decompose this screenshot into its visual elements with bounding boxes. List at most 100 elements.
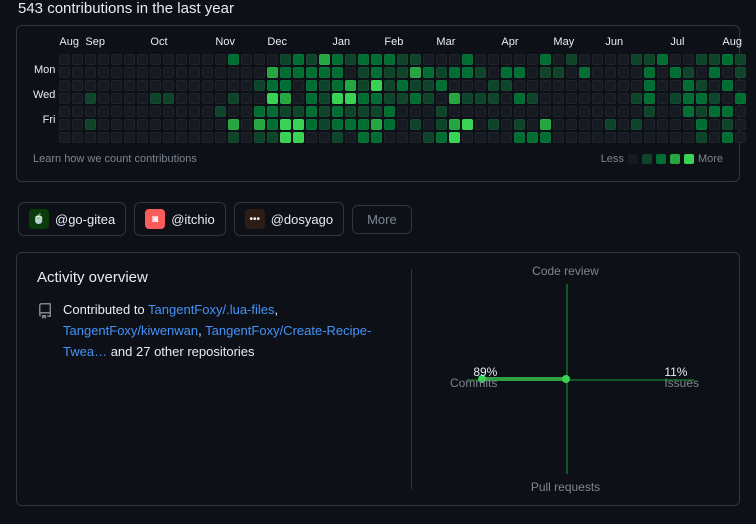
contribution-day[interactable] — [384, 93, 395, 104]
contribution-day[interactable] — [293, 106, 304, 117]
contribution-day[interactable] — [449, 132, 460, 143]
contribution-day[interactable] — [670, 93, 681, 104]
contribution-day[interactable] — [501, 54, 512, 65]
contribution-day[interactable] — [566, 106, 577, 117]
contribution-day[interactable] — [475, 80, 486, 91]
contribution-day[interactable] — [150, 106, 161, 117]
contribution-day[interactable] — [293, 80, 304, 91]
contribution-day[interactable] — [397, 119, 408, 130]
contribution-day[interactable] — [449, 67, 460, 78]
contribution-day[interactable] — [150, 67, 161, 78]
contribution-day[interactable] — [423, 119, 434, 130]
contribution-day[interactable] — [605, 106, 616, 117]
contribution-day[interactable] — [397, 80, 408, 91]
contribution-day[interactable] — [111, 67, 122, 78]
contribution-day[interactable] — [111, 54, 122, 65]
contribution-day[interactable] — [267, 106, 278, 117]
contribution-day[interactable] — [709, 106, 720, 117]
contribution-day[interactable] — [449, 54, 460, 65]
contribution-day[interactable] — [241, 132, 252, 143]
contribution-day[interactable] — [436, 80, 447, 91]
contribution-day[interactable] — [410, 93, 421, 104]
contribution-day[interactable] — [85, 80, 96, 91]
contribution-day[interactable] — [514, 67, 525, 78]
contribution-day[interactable] — [124, 93, 135, 104]
contribution-day[interactable] — [644, 132, 655, 143]
contribution-day[interactable] — [553, 67, 564, 78]
contribution-day[interactable] — [319, 119, 330, 130]
contribution-day[interactable] — [449, 119, 460, 130]
contribution-day[interactable] — [72, 93, 83, 104]
contribution-day[interactable] — [280, 80, 291, 91]
contribution-day[interactable] — [683, 80, 694, 91]
contribution-day[interactable] — [644, 93, 655, 104]
contribution-day[interactable] — [384, 132, 395, 143]
contribution-day[interactable] — [228, 67, 239, 78]
contribution-day[interactable] — [72, 67, 83, 78]
contribution-day[interactable] — [371, 67, 382, 78]
contribution-day[interactable] — [98, 67, 109, 78]
contribution-day[interactable] — [228, 80, 239, 91]
contribution-day[interactable] — [85, 93, 96, 104]
contribution-day[interactable] — [332, 67, 343, 78]
contribution-day[interactable] — [592, 67, 603, 78]
contribution-day[interactable] — [709, 80, 720, 91]
contribution-day[interactable] — [696, 54, 707, 65]
contribution-day[interactable] — [254, 80, 265, 91]
contribution-day[interactable] — [527, 106, 538, 117]
contribution-day[interactable] — [111, 106, 122, 117]
contribution-day[interactable] — [735, 119, 746, 130]
contribution-day[interactable] — [241, 93, 252, 104]
contribution-day[interactable] — [176, 106, 187, 117]
contribution-day[interactable] — [553, 106, 564, 117]
contribution-day[interactable] — [410, 106, 421, 117]
contribution-day[interactable] — [59, 80, 70, 91]
contribution-day[interactable] — [189, 67, 200, 78]
contribution-day[interactable] — [332, 93, 343, 104]
contribution-day[interactable] — [644, 119, 655, 130]
contribution-day[interactable] — [592, 80, 603, 91]
contribution-day[interactable] — [332, 132, 343, 143]
contribution-day[interactable] — [475, 132, 486, 143]
contribution-day[interactable] — [163, 67, 174, 78]
contribution-day[interactable] — [605, 93, 616, 104]
contribution-day[interactable] — [72, 119, 83, 130]
contribution-day[interactable] — [215, 119, 226, 130]
contribution-day[interactable] — [267, 54, 278, 65]
contribution-day[interactable] — [592, 119, 603, 130]
contribution-day[interactable] — [605, 119, 616, 130]
contribution-day[interactable] — [280, 106, 291, 117]
contribution-day[interactable] — [735, 93, 746, 104]
contribution-day[interactable] — [514, 80, 525, 91]
contribution-day[interactable] — [241, 80, 252, 91]
contribution-heatmap[interactable] — [59, 54, 746, 143]
contribution-day[interactable] — [371, 119, 382, 130]
contribution-day[interactable] — [631, 54, 642, 65]
contribution-day[interactable] — [488, 54, 499, 65]
contribution-day[interactable] — [527, 80, 538, 91]
contribution-day[interactable] — [722, 54, 733, 65]
contribution-day[interactable] — [358, 132, 369, 143]
contribution-day[interactable] — [683, 119, 694, 130]
contribution-day[interactable] — [410, 119, 421, 130]
contribution-day[interactable] — [150, 93, 161, 104]
org-pill[interactable]: ◙@itchio — [134, 202, 226, 236]
contribution-day[interactable] — [137, 93, 148, 104]
contribution-day[interactable] — [163, 93, 174, 104]
contribution-day[interactable] — [436, 93, 447, 104]
contribution-day[interactable] — [553, 119, 564, 130]
contribution-day[interactable] — [163, 132, 174, 143]
contribution-day[interactable] — [293, 93, 304, 104]
contribution-day[interactable] — [683, 67, 694, 78]
contribution-day[interactable] — [514, 54, 525, 65]
contribution-day[interactable] — [228, 106, 239, 117]
contribution-day[interactable] — [618, 67, 629, 78]
contribution-day[interactable] — [735, 132, 746, 143]
contribution-day[interactable] — [267, 93, 278, 104]
contribution-day[interactable] — [475, 119, 486, 130]
contribution-day[interactable] — [202, 132, 213, 143]
contribution-day[interactable] — [59, 106, 70, 117]
org-pill[interactable]: •••@dosyago — [234, 202, 344, 236]
contribution-day[interactable] — [176, 132, 187, 143]
contribution-day[interactable] — [319, 132, 330, 143]
